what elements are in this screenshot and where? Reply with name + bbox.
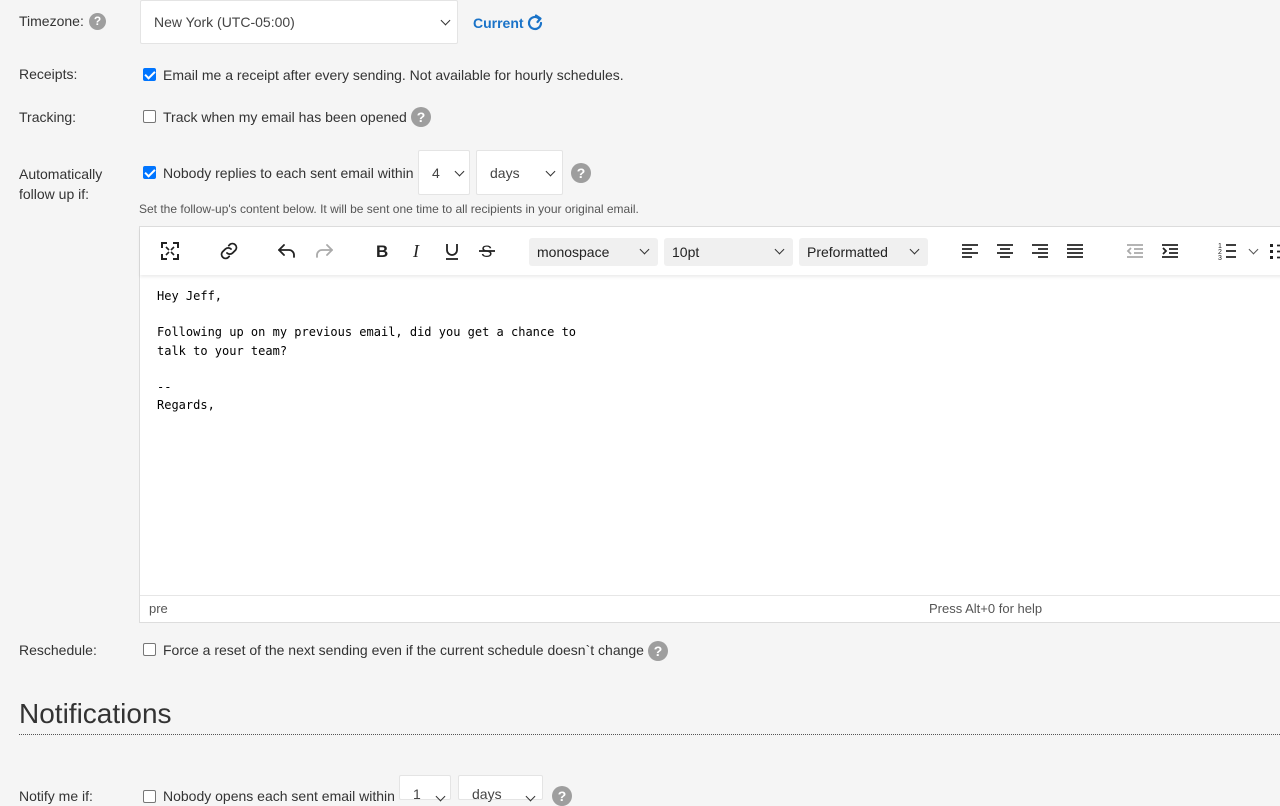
- followup-help-icon[interactable]: ?: [571, 163, 591, 183]
- notify-label: Notify me if:: [19, 788, 93, 804]
- font-family-select[interactable]: monospace: [529, 238, 658, 266]
- reschedule-help-icon[interactable]: ?: [648, 641, 668, 661]
- fullscreen-icon[interactable]: [158, 239, 182, 263]
- receipts-text: Email me a receipt after every sending. …: [163, 67, 624, 83]
- followup-text: Nobody replies to each sent email within: [163, 165, 414, 181]
- current-timezone-label: Current: [473, 15, 524, 31]
- link-icon[interactable]: [217, 239, 241, 263]
- align-justify-icon[interactable]: [1063, 239, 1087, 263]
- element-path[interactable]: pre: [149, 601, 168, 616]
- svg-text:B: B: [376, 242, 388, 261]
- notifications-heading: Notifications: [19, 698, 172, 729]
- align-right-icon[interactable]: [1028, 239, 1052, 263]
- followup-unit-select[interactable]: days: [476, 150, 563, 195]
- tracking-label: Tracking:: [19, 109, 77, 125]
- chevron-down-icon: [909, 244, 920, 255]
- timezone-select[interactable]: New York (UTC-05:00): [140, 0, 458, 44]
- reschedule-label: Reschedule:: [19, 642, 97, 658]
- font-size-value: 10pt: [672, 244, 700, 260]
- align-center-icon[interactable]: [993, 239, 1017, 263]
- tracking-help-icon[interactable]: ?: [411, 107, 431, 127]
- notify-count-select[interactable]: 1: [399, 775, 451, 802]
- followup-count-value: 4: [432, 164, 440, 181]
- numbered-list-icon[interactable]: 123: [1216, 239, 1240, 263]
- notify-text: Nobody opens each sent email within: [163, 788, 395, 804]
- indent-icon[interactable]: [1158, 239, 1182, 263]
- notify-checkbox[interactable]: [143, 790, 156, 803]
- chevron-down-icon: [774, 244, 785, 255]
- followup-label-line2: follow up if:: [19, 186, 90, 202]
- align-left-icon[interactable]: [958, 239, 982, 263]
- tracking-checkbox[interactable]: [143, 110, 156, 123]
- block-format-select[interactable]: Preformatted: [799, 238, 928, 266]
- underline-icon[interactable]: [440, 239, 464, 263]
- timezone-label: Timezone:: [19, 13, 84, 29]
- reschedule-text: Force a reset of the next sending even i…: [163, 642, 644, 658]
- font-size-select[interactable]: 10pt: [664, 238, 793, 266]
- svg-text:I: I: [412, 241, 420, 261]
- tracking-text: Track when my email has been opened: [163, 109, 407, 125]
- bold-icon[interactable]: B: [370, 239, 394, 263]
- followup-hint: Set the follow-up's content below. It wi…: [139, 202, 639, 216]
- refresh-icon[interactable]: [525, 13, 545, 33]
- editor-statusbar: pre Press Alt+0 for help: [140, 595, 1280, 622]
- receipts-label: Receipts:: [19, 66, 78, 82]
- undo-icon[interactable]: [275, 239, 299, 263]
- reschedule-checkbox[interactable]: [143, 643, 156, 656]
- editor-content[interactable]: Hey Jeff, Following up on my previous em…: [157, 287, 576, 414]
- font-family-value: monospace: [537, 244, 610, 260]
- block-format-value: Preformatted: [807, 244, 888, 260]
- svg-text:3: 3: [1218, 255, 1222, 262]
- numbered-list-chevron-icon[interactable]: [1248, 244, 1259, 255]
- outdent-icon[interactable]: [1123, 239, 1147, 263]
- followup-unit-value: days: [490, 164, 520, 181]
- followup-count-select[interactable]: 4: [418, 150, 470, 195]
- followup-editor: B I S monospace 10pt Preformatted 1 2 3 …: [139, 226, 1280, 623]
- bullet-list-icon[interactable]: [1268, 239, 1280, 263]
- receipts-checkbox[interactable]: [143, 68, 156, 81]
- current-timezone-link[interactable]: Current: [473, 13, 524, 33]
- section-divider: [19, 734, 1280, 735]
- chevron-down-icon: [639, 244, 650, 255]
- followup-checkbox[interactable]: [143, 166, 156, 179]
- followup-label-line1: Automatically: [19, 166, 103, 182]
- notify-help-icon[interactable]: ?: [552, 786, 572, 806]
- editor-help-hint: Press Alt+0 for help: [929, 601, 1043, 616]
- redo-icon[interactable]: [312, 239, 336, 263]
- italic-icon[interactable]: I: [405, 239, 429, 263]
- notify-unit-select[interactable]: days: [458, 775, 543, 802]
- editor-toolbar: B I S monospace 10pt Preformatted 1 2 3: [140, 227, 1280, 275]
- chevron-down-icon: [440, 15, 451, 26]
- chevron-down-icon: [545, 166, 556, 177]
- timezone-help-icon[interactable]: ?: [89, 13, 106, 30]
- chevron-down-icon: [454, 166, 465, 177]
- timezone-value: New York (UTC-05:00): [154, 14, 295, 30]
- strikethrough-icon[interactable]: S: [475, 239, 499, 263]
